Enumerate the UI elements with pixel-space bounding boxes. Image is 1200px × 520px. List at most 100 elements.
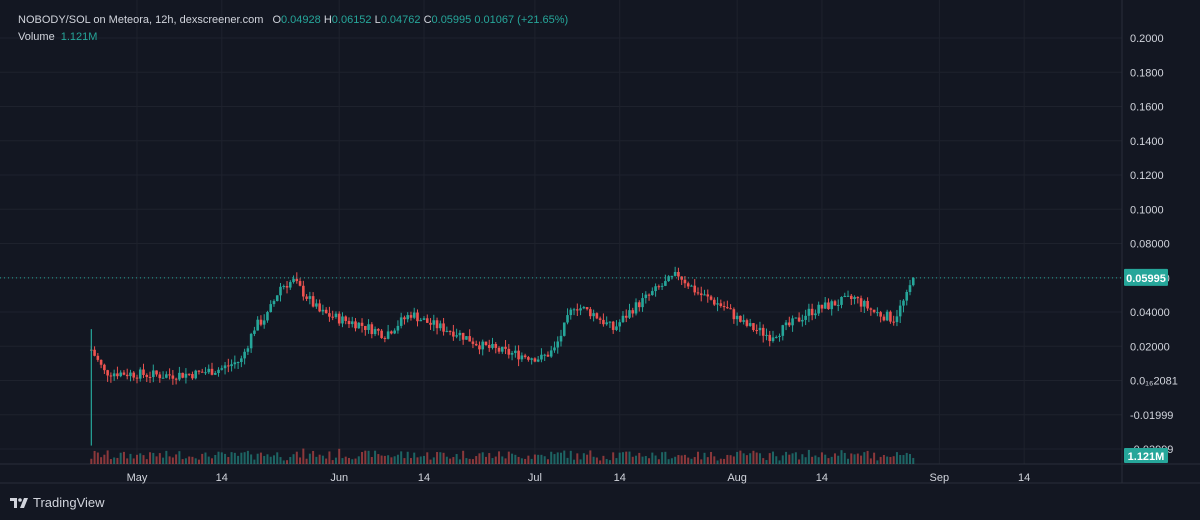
volume-bar xyxy=(729,455,732,464)
candle-body xyxy=(696,292,700,294)
volume-bar xyxy=(843,452,846,464)
volume-bar xyxy=(390,457,393,464)
candle-body xyxy=(576,309,579,311)
volume-bar xyxy=(455,454,458,464)
volume-bar xyxy=(785,451,788,464)
candle-body xyxy=(507,348,511,355)
candle-body xyxy=(853,296,856,300)
volume-bar xyxy=(475,456,478,464)
volume-bar xyxy=(765,460,768,464)
volume-bar xyxy=(387,455,390,464)
candle-body xyxy=(249,333,253,349)
volume-bar xyxy=(605,459,608,464)
candle-body xyxy=(465,336,468,340)
volume-bar xyxy=(703,452,706,464)
volume-bar xyxy=(181,459,184,464)
candle-body xyxy=(200,371,204,373)
volume-bar xyxy=(351,459,354,464)
volume-bar xyxy=(344,456,347,464)
volume-bar xyxy=(403,458,406,464)
candle-body xyxy=(758,327,762,331)
open-label: O xyxy=(272,14,281,26)
volume-bar xyxy=(168,456,171,464)
candle-body xyxy=(99,359,103,365)
candle-body xyxy=(458,332,462,336)
candle-body xyxy=(272,301,276,305)
volume-bar xyxy=(149,452,152,464)
candle-body xyxy=(416,312,419,322)
candle-body xyxy=(778,335,781,337)
time-tick-label: 14 xyxy=(216,472,228,484)
volume-bar xyxy=(667,459,670,464)
candle-body xyxy=(357,322,361,329)
volume-bar xyxy=(237,455,240,464)
volume-bar xyxy=(876,460,879,464)
volume-bar xyxy=(191,456,194,464)
volume-bar xyxy=(214,454,217,464)
candle-body xyxy=(145,374,149,377)
time-tick-label: Jun xyxy=(330,472,348,484)
candle-body xyxy=(373,329,377,335)
volume-bar xyxy=(276,452,279,464)
candle-body xyxy=(116,373,119,377)
candle-body xyxy=(856,296,860,299)
volume-bar xyxy=(334,457,337,464)
volume-bar xyxy=(804,457,807,464)
volume-bar xyxy=(374,450,377,464)
volume-bar xyxy=(341,458,344,464)
candle-body xyxy=(266,312,269,321)
candle-body xyxy=(801,319,804,322)
candle-body xyxy=(256,319,259,331)
volume-bar xyxy=(723,458,726,464)
high-label: H xyxy=(323,14,332,26)
volume-bar xyxy=(850,453,853,464)
candle-body xyxy=(311,296,315,307)
candle-body xyxy=(827,302,830,310)
volume-bar xyxy=(621,452,624,464)
volume-label[interactable]: Volume xyxy=(18,31,55,43)
volume-bar xyxy=(595,457,598,464)
candle-body xyxy=(765,334,768,336)
volume-bar xyxy=(625,451,628,464)
volume-bar xyxy=(305,458,308,464)
volume-bar xyxy=(504,458,507,464)
symbol-title[interactable]: NOBODY/SOL on Meteora, 12h, dexscreener.… xyxy=(18,14,263,26)
candle-body xyxy=(911,277,915,286)
close-value: 0.05995 xyxy=(431,14,472,26)
volume-bar xyxy=(113,457,116,464)
candle-body xyxy=(703,294,706,296)
volume-bar xyxy=(908,454,911,464)
candle-body xyxy=(527,357,530,360)
candle-body xyxy=(347,320,351,325)
candle-body xyxy=(386,331,390,339)
candle-body xyxy=(210,368,214,375)
volume-bar xyxy=(328,451,331,464)
close-label: C xyxy=(423,14,432,26)
volume-legend: Volume 1.121M xyxy=(18,31,97,43)
volume-bar xyxy=(481,452,484,464)
volume-bar xyxy=(674,456,677,464)
candle-body xyxy=(722,306,726,308)
candle-body xyxy=(634,302,638,314)
volume-bar xyxy=(524,458,527,464)
volume-bar xyxy=(442,452,445,464)
candle-body xyxy=(491,344,494,348)
price-chart[interactable]: 0.2000 0.1800 0.1600 0.1400 0.1200 0.1000 0.08… xyxy=(0,0,1200,520)
volume-bar xyxy=(889,456,892,464)
candle-body xyxy=(112,373,116,377)
volume-bar xyxy=(599,460,602,464)
candle-body xyxy=(435,320,439,329)
volume-bar xyxy=(259,452,262,464)
candle-body xyxy=(523,355,527,358)
tradingview-brand[interactable]: TradingView xyxy=(10,495,105,510)
candle-body xyxy=(602,319,605,325)
volume-bar xyxy=(905,452,908,464)
volume-bar xyxy=(162,457,165,464)
volume-bar xyxy=(396,454,399,464)
volume-bar xyxy=(289,456,292,464)
volume-bar xyxy=(683,454,686,464)
candle-body xyxy=(791,318,794,326)
candle-body xyxy=(455,335,458,337)
candle-body xyxy=(572,309,576,311)
volume-bar xyxy=(462,450,465,464)
